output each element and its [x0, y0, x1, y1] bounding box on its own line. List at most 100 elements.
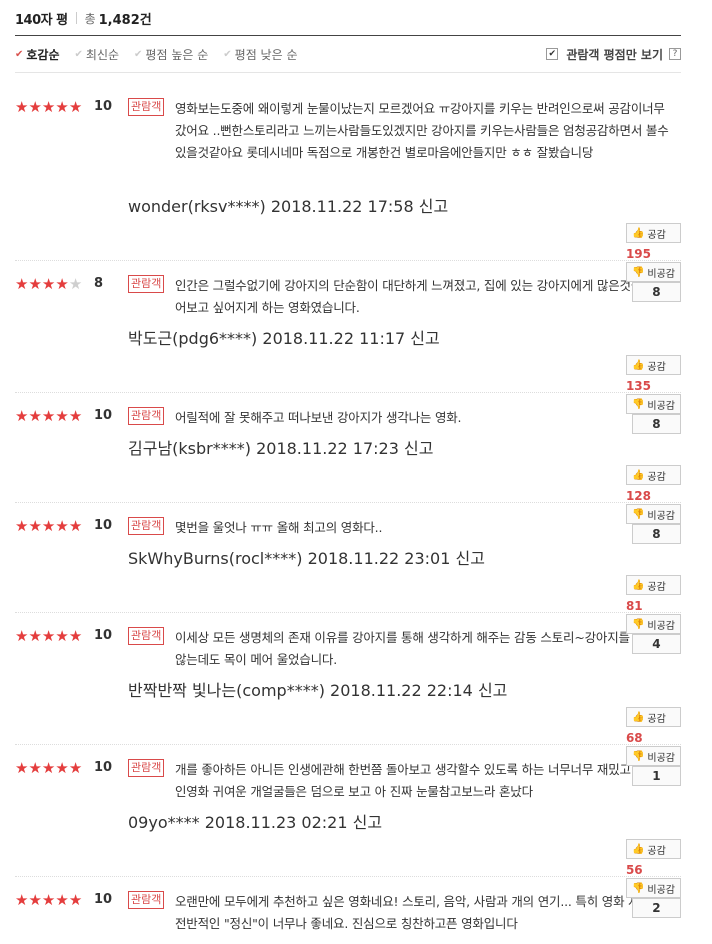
review-item: ★★★★★ 10 관람객 오랜만에 모두에게 추천하고 싶은 영화네요! 스토리… [15, 891, 681, 935]
star-icon: ★ [55, 517, 69, 535]
review-meta: 반짝반짝 빛나는(comp****) 2018.11.22 22:14 신고 [128, 677, 507, 701]
review-user[interactable]: 반짝반짝 빛나는(comp****) [128, 681, 325, 700]
star-icon: ★ [15, 98, 29, 116]
star-icon: ★ [15, 407, 29, 425]
viewer-badge: 관람객 [128, 759, 165, 777]
like-button[interactable]: 👍 공감 [625, 465, 681, 485]
thumbs-down-icon: 👎 [631, 266, 645, 278]
sort-option-likes[interactable]: ✔ 호감순 [15, 46, 60, 63]
thumbs-up-icon: 👍 [631, 469, 645, 481]
sort-option-latest[interactable]: ✔ 최신순 [75, 46, 120, 63]
dislike-label: 비공감 [647, 752, 675, 764]
review-divider [15, 260, 681, 261]
review-meta: SkWhyBurns(rocl****) 2018.11.22 23:01 신고 [128, 545, 485, 569]
review-text: 이세상 모든 생명체의 존재 이유를 강아지를 통해 생각하게 해주는 감동 스… [175, 630, 668, 667]
help-icon[interactable]: ? [669, 48, 681, 60]
star-icon: ★ [15, 759, 29, 777]
review-user[interactable]: 09yo**** [128, 813, 200, 832]
dislike-button[interactable]: 👎 비공감 [625, 614, 681, 634]
review-divider [15, 876, 681, 877]
like-label: 공감 [647, 471, 666, 483]
review-divider [15, 744, 681, 745]
dislike-count: 8 [631, 282, 681, 302]
dislike-button[interactable]: 👎 비공감 [625, 878, 681, 898]
like-button[interactable]: 👍 공감 [625, 575, 681, 595]
like-button[interactable]: 👍 공감 [625, 223, 681, 243]
viewer-badge: 관람객 [128, 275, 165, 293]
sort-label: 평점 낮은 순 [234, 47, 298, 62]
dislike-count: 4 [631, 634, 681, 654]
review-score: 8 [94, 276, 104, 291]
review-user[interactable]: wonder(rksv****) [128, 197, 266, 216]
review-meta: wonder(rksv****) 2018.11.22 17:58 신고 [128, 193, 448, 217]
review-actions: 👍 공감 68 👎 비공감 1 [625, 707, 681, 786]
star-icon: ★ [68, 759, 83, 777]
report-link[interactable]: 신고 [410, 329, 439, 348]
sort-option-low-score[interactable]: ✔ 평점 낮은 순 [223, 46, 297, 63]
thumbs-down-icon: 👎 [631, 882, 645, 894]
star-icon: ★ [28, 407, 42, 425]
review-meta: 09yo**** 2018.11.23 02:21 신고 [128, 809, 382, 833]
review-user[interactable]: 박도근(pdg6****) [128, 329, 257, 348]
report-link[interactable]: 신고 [455, 549, 484, 568]
section-title: 140자 평 [15, 12, 68, 28]
dislike-button[interactable]: 👎 비공감 [625, 746, 681, 766]
review-actions: 👍 공감 128 👎 비공감 8 [625, 465, 681, 544]
star-icon: ★ [55, 891, 69, 909]
star-rating: ★★★★★ [15, 517, 82, 535]
star-icon: ★ [15, 517, 29, 535]
star-rating: ★★★★★ [15, 891, 82, 909]
review-text: 영화보는도중에 왜이렇게 눈물이났는지 모르겠어요 ㅠ강아지를 키우는 반려인으… [175, 101, 669, 160]
review-divider [15, 502, 681, 503]
thumbs-up-icon: 👍 [631, 579, 645, 591]
sort-rule [15, 72, 681, 73]
dislike-button[interactable]: 👎 비공감 [625, 262, 681, 282]
report-link[interactable]: 신고 [353, 813, 382, 832]
check-icon: ✔ [134, 48, 143, 60]
viewer-only-filter[interactable]: ✔ 관람객 평점만 보기 ? [546, 44, 681, 64]
star-icon: ★ [28, 98, 42, 116]
like-count: 68 [625, 731, 643, 745]
thumbs-down-icon: 👎 [631, 618, 645, 630]
review-text: 오랜만에 모두에게 추천하고 싶은 영화네요! 스토리, 음악, 사람과 개의 … [175, 894, 663, 931]
review-text: 개를 좋아하든 아니든 인생에관해 한번쯤 돌아보고 생각할수 있도록 하는 너… [175, 762, 669, 799]
checkbox-icon[interactable]: ✔ [546, 48, 559, 60]
header-rule [15, 35, 681, 36]
review-text: 어릴적에 잘 못해주고 떠나보낸 강아지가 생각나는 영화. [175, 410, 462, 425]
review-header: 140자 평 총 1,482건 [15, 8, 152, 28]
viewer-badge: 관람객 [128, 891, 165, 909]
report-link[interactable]: 신고 [404, 439, 433, 458]
star-icon: ★ [15, 891, 29, 909]
report-link[interactable]: 신고 [419, 197, 448, 216]
like-button[interactable]: 👍 공감 [625, 355, 681, 375]
dislike-label: 비공감 [647, 884, 675, 896]
star-icon: ★ [68, 627, 83, 645]
dislike-button[interactable]: 👎 비공감 [625, 504, 681, 524]
like-button[interactable]: 👍 공감 [625, 707, 681, 727]
review-item: ★★★★★ 8 관람객 인간은 그럴수없기에 강아지의 단순함이 대단하게 느껴… [15, 275, 681, 319]
check-icon: ✔ [15, 48, 24, 60]
viewer-badge: 관람객 [128, 98, 165, 116]
review-actions: 👍 공감 81 👎 비공감 4 [625, 575, 681, 654]
report-link[interactable]: 신고 [478, 681, 507, 700]
viewer-badge: 관람객 [128, 517, 165, 535]
dislike-count: 8 [631, 524, 681, 544]
review-item: ★★★★★ 10 관람객 영화보는도중에 왜이렇게 눈물이났는지 모르겠어요 ㅠ… [15, 98, 681, 186]
review-actions: 👍 공감 56 👎 비공감 2 [625, 839, 681, 918]
header-divider [75, 12, 77, 24]
review-item: ★★★★★ 10 관람객 개를 좋아하든 아니든 인생에관해 한번쯤 돌아보고 … [15, 759, 681, 803]
review-score: 10 [94, 518, 113, 533]
viewer-badge: 관람객 [128, 627, 165, 645]
thumbs-down-icon: 👎 [631, 750, 645, 762]
total-count: 1,482건 [98, 12, 152, 28]
star-rating: ★★★★★ [15, 275, 82, 293]
like-label: 공감 [647, 581, 666, 593]
sort-option-high-score[interactable]: ✔ 평점 높은 순 [134, 46, 208, 63]
review-user[interactable]: 김구남(ksbr****) [128, 439, 251, 458]
review-user[interactable]: SkWhyBurns(rocl****) [128, 549, 302, 568]
review-text: 몇번을 울엇나 ㅠㅠ 올해 최고의 영화다.. [175, 520, 383, 535]
like-label: 공감 [647, 845, 666, 857]
star-icon: ★ [28, 891, 42, 909]
like-button[interactable]: 👍 공감 [625, 839, 681, 859]
dislike-button[interactable]: 👎 비공감 [625, 394, 681, 414]
